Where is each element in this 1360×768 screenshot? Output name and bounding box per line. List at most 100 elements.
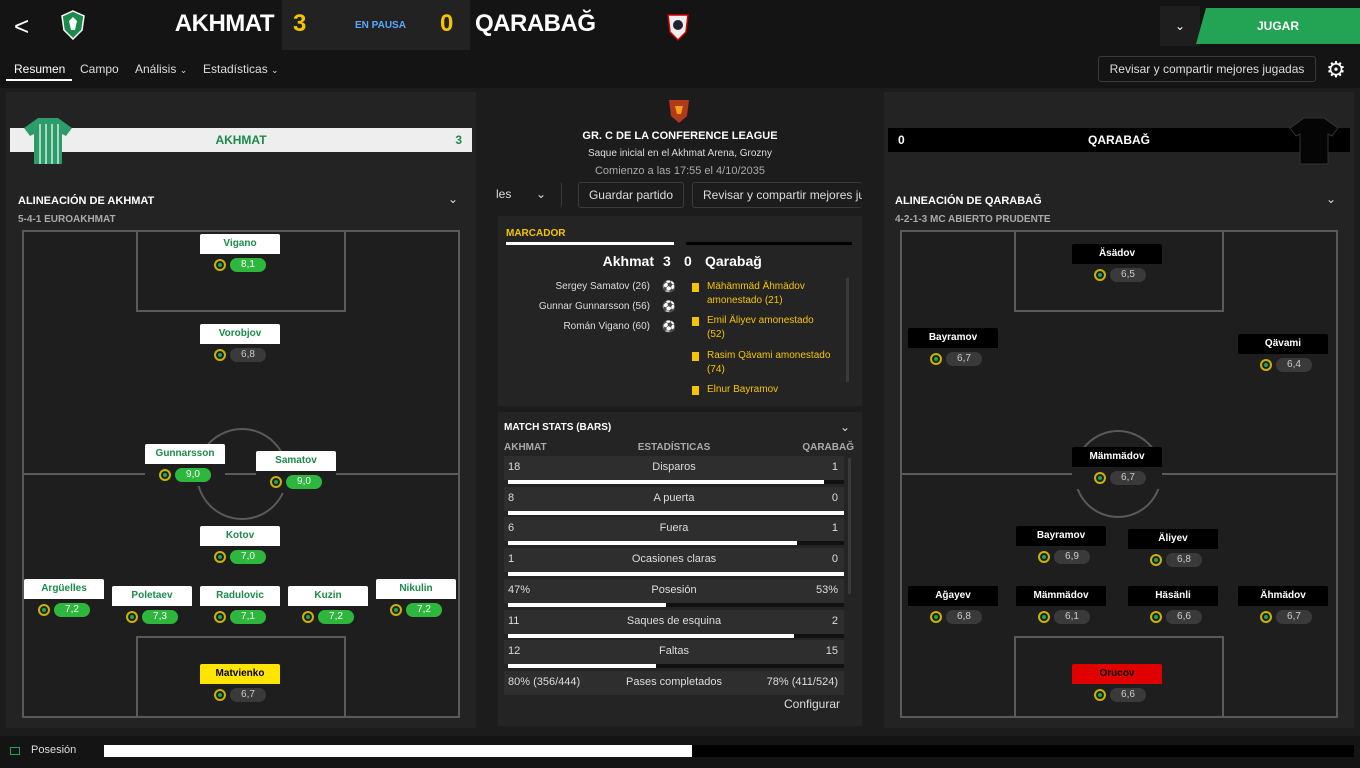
tab-estadisticas-label: Estadísticas <box>203 62 268 76</box>
ball-icon: ⚽ <box>662 281 676 293</box>
rating-icon <box>38 604 50 616</box>
player-card[interactable]: Äsädov 6,5 <box>1072 244 1162 286</box>
rating-icon <box>930 353 942 365</box>
player-rating-row: 6,7 <box>1072 467 1162 489</box>
goal-event: Gunnar Gunnarsson (56) <box>538 301 650 312</box>
home-team-bar-name: AKHMAT <box>215 133 267 147</box>
chevron-down-icon[interactable]: ⌄ <box>840 420 850 434</box>
chevron-down-icon[interactable]: ⌄ <box>448 192 458 206</box>
player-rating-row: 9,0 <box>256 471 336 493</box>
player-name: Qävami <box>1238 334 1328 354</box>
player-rating: 7,0 <box>230 550 266 564</box>
chevron-down-icon: ⌄ <box>271 65 279 75</box>
rating-icon <box>214 349 226 361</box>
player-rating-row: 7,3 <box>112 606 192 628</box>
card-event-line1: Emil Äliyev amonestado <box>707 315 814 326</box>
stat-row: 8A puerta 0 <box>504 486 844 517</box>
stat-label: A puerta <box>653 491 695 504</box>
player-rating: 6,7 <box>1276 610 1312 624</box>
player-card[interactable]: Kuzin 7,2 <box>288 586 368 628</box>
player-card[interactable]: Nikulin 7,2 <box>376 579 456 621</box>
goal-event: Sergey Samatov (26) <box>555 281 651 292</box>
player-rating: 6,6 <box>1166 610 1202 624</box>
share-highlights-button-2[interactable]: Revisar y compartir mejores ju <box>692 182 862 208</box>
player-card[interactable]: Qävami 6,4 <box>1238 334 1328 376</box>
player-card[interactable]: Kotov 7,0 <box>200 526 280 568</box>
stat-row: 12 Faltas 15 <box>504 640 844 670</box>
player-rating: 7,3 <box>142 610 178 624</box>
stat-away-value: 0 <box>831 491 838 504</box>
rating-icon <box>1150 611 1162 623</box>
chevron-down-icon: ⌄ <box>536 187 547 201</box>
stat-label: Saques de esquina <box>626 614 722 627</box>
away-team-name: QARABAĞ <box>475 10 596 37</box>
player-card[interactable]: Ağayev 6,8 <box>908 586 998 628</box>
player-card[interactable]: Häsänli 6,6 <box>1128 586 1218 628</box>
tab-estadisticas[interactable]: Estadísticas ⌄ <box>203 62 279 76</box>
save-match-button[interactable]: Guardar partido <box>578 182 684 208</box>
player-rating: 6,7 <box>946 352 982 366</box>
player-card[interactable]: Ähmädov 6,7 <box>1238 586 1328 628</box>
gear-icon[interactable]: ⚙ <box>1322 56 1350 84</box>
player-rating-row: 7,0 <box>200 546 280 568</box>
rating-icon <box>1094 472 1106 484</box>
view-dropdown[interactable]: les ⌄ <box>490 182 562 208</box>
player-card[interactable]: Bayramov 6,9 <box>1016 526 1106 568</box>
player-card[interactable]: Samatov 9,0 <box>256 451 336 493</box>
stats-scrollbar[interactable] <box>848 458 851 594</box>
player-card[interactable]: Orucov 6,6 <box>1072 664 1162 706</box>
player-card[interactable]: Matvienko 6,7 <box>200 664 280 706</box>
player-card[interactable]: Vigano 8,1 <box>200 234 280 276</box>
player-card[interactable]: Äliyev 6,8 <box>1128 529 1218 571</box>
configure-button[interactable]: Configurar <box>772 692 852 718</box>
player-name: Radulovic <box>200 586 280 606</box>
player-name: Kotov <box>200 526 280 546</box>
stat-bar-track <box>508 602 844 607</box>
tab-campo[interactable]: Campo <box>80 62 119 76</box>
player-card[interactable]: Mämmädov 6,7 <box>1072 447 1162 489</box>
stat-bar-home-fill <box>508 664 656 669</box>
player-card[interactable]: Vorobjov 6,8 <box>200 324 280 366</box>
player-card[interactable]: Gunnarsson 9,0 <box>145 444 225 486</box>
rating-icon <box>1094 689 1106 701</box>
player-card[interactable]: Mämmädov 6,1 <box>1016 586 1106 628</box>
player-rating: 6,4 <box>1276 358 1312 372</box>
stat-bar-track <box>508 541 844 546</box>
stat-bar-track <box>508 480 844 484</box>
away-team-bar: 0 QARABAĞ <box>888 128 1350 152</box>
share-highlights-button[interactable]: Revisar y compartir mejores jugadas <box>1098 56 1316 82</box>
tab-resumen[interactable]: Resumen <box>14 62 65 76</box>
footer-possession-label: Posesión <box>31 744 77 756</box>
rating-icon <box>270 476 282 488</box>
yellow-card-icon <box>692 352 699 361</box>
akhmat-crest <box>61 10 85 40</box>
player-rating-row: 7,2 <box>24 599 104 621</box>
stat-bar-home-fill <box>508 572 844 577</box>
away-lineup-title: ALINEACIÓN DE QARABAĞ <box>895 195 1042 207</box>
chevron-down-icon[interactable]: ⌄ <box>1160 6 1200 46</box>
player-card[interactable]: Radulovic 7,1 <box>200 586 280 628</box>
player-name: Kuzin <box>288 586 368 606</box>
yellow-card-icon <box>692 283 699 292</box>
player-name: Äsädov <box>1072 244 1162 264</box>
kickoff-time: Comienzo a las 17:55 el 4/10/2035 <box>594 165 765 177</box>
player-name: Samatov <box>256 451 336 471</box>
player-rating: 6,5 <box>1110 268 1146 282</box>
player-name: Orucov <box>1072 664 1162 684</box>
scoreboard-home-score: 3 <box>663 253 671 269</box>
card-event-line1: Elnur Bayramov <box>707 384 779 395</box>
player-rating: 6,9 <box>1054 550 1090 564</box>
player-card[interactable]: Argüelles 7,2 <box>24 579 104 621</box>
stat-away-value: 15 <box>825 645 838 658</box>
back-icon[interactable]: < <box>14 12 40 40</box>
play-button[interactable]: JUGAR <box>1196 8 1360 44</box>
home-team-bar-goals: 3 <box>455 133 462 147</box>
stats-title: MATCH STATS (BARS) <box>504 422 612 433</box>
home-shirt-icon <box>24 118 72 164</box>
chevron-down-icon[interactable]: ⌄ <box>1326 192 1336 206</box>
scoreboard-scrollbar[interactable] <box>846 278 849 382</box>
tab-analisis[interactable]: Análisis ⌄ <box>135 62 187 76</box>
stat-bar-home-fill <box>508 510 844 515</box>
player-card[interactable]: Bayramov 6,7 <box>908 328 998 370</box>
player-card[interactable]: Poletaev 7,3 <box>112 586 192 628</box>
